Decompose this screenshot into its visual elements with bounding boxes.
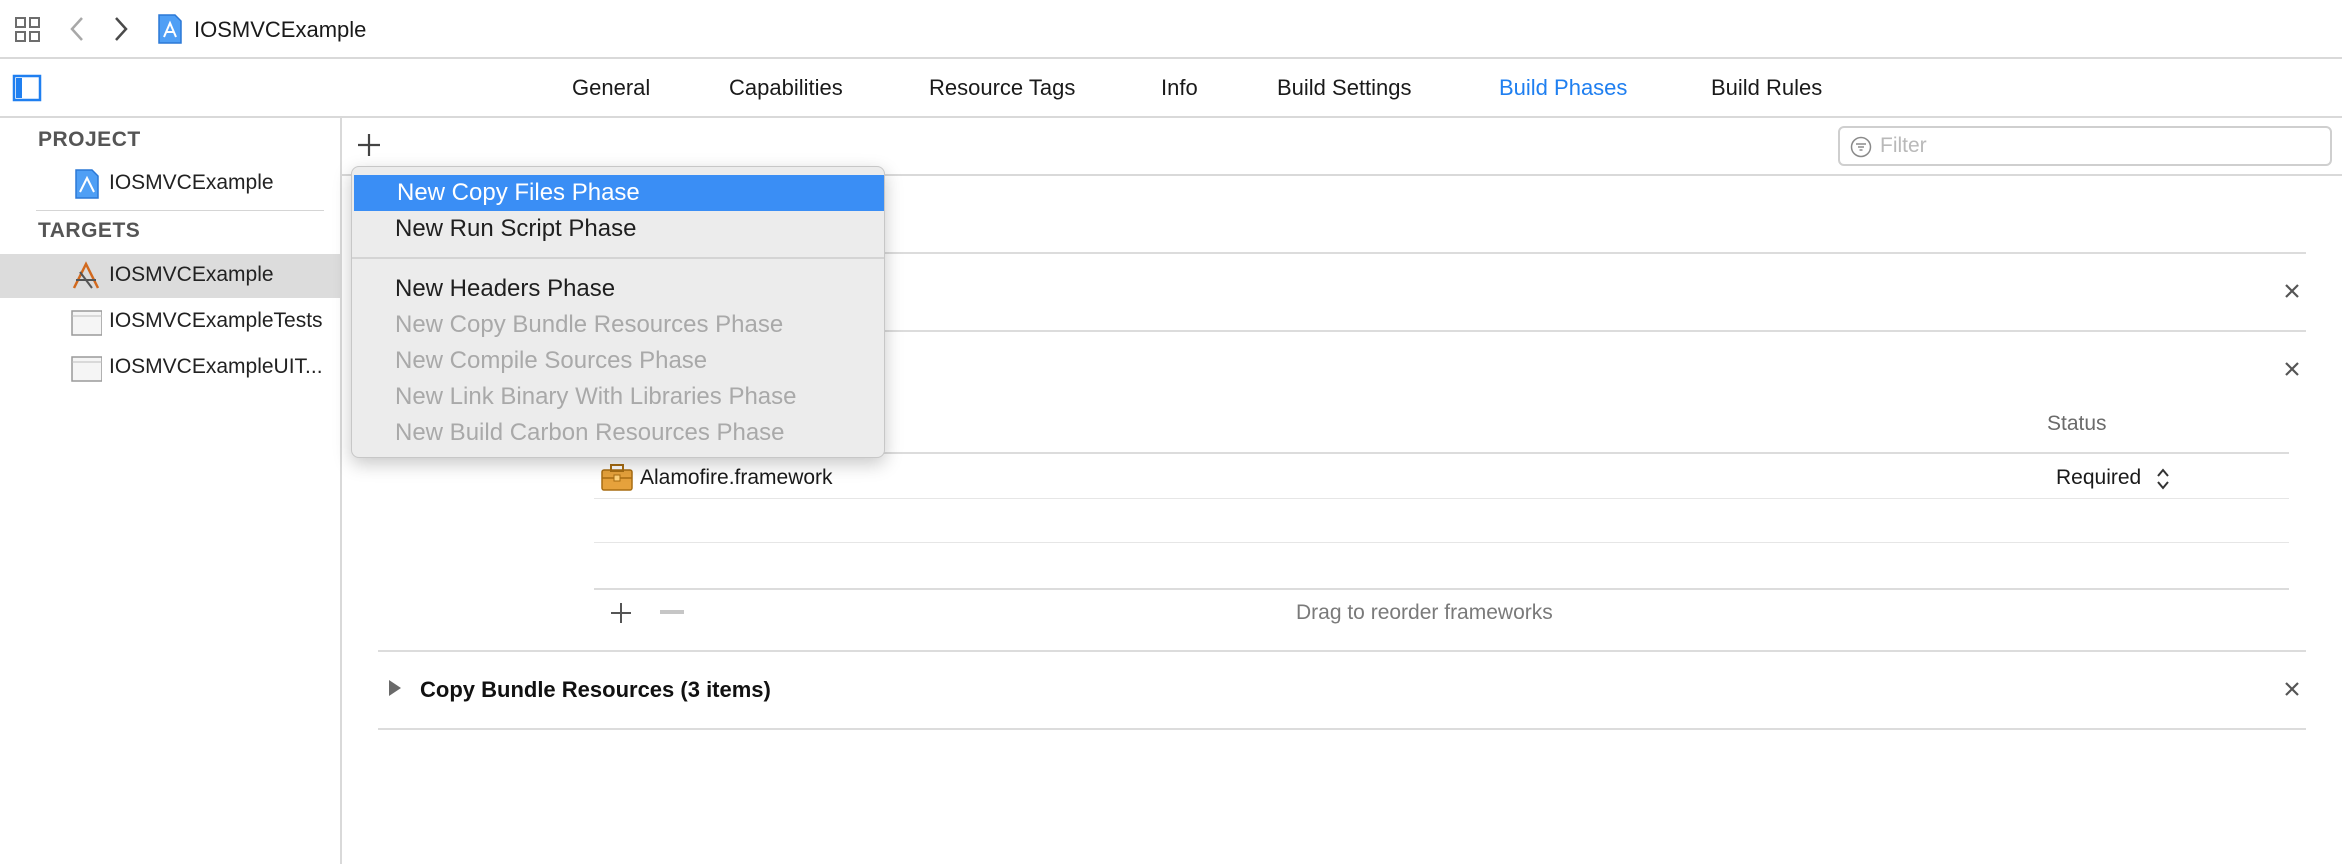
menu-separator bbox=[352, 257, 884, 259]
remove-phase-close-icon[interactable] bbox=[2281, 678, 2303, 700]
menu-item-new-copy-bundle-resources-phase: New Copy Bundle Resources Phase bbox=[395, 311, 784, 338]
library-status-popup[interactable]: Required bbox=[2056, 466, 2141, 490]
sidebar-item-project[interactable]: IOSMVCExample bbox=[0, 162, 340, 206]
drag-reorder-hint: Drag to reorder frameworks bbox=[1296, 601, 1553, 624]
framework-toolbox-icon bbox=[601, 464, 633, 491]
sidebar-item-target-tests[interactable]: IOSMVCExampleTests bbox=[0, 300, 340, 344]
disclosure-triangle-icon[interactable] bbox=[387, 678, 403, 698]
tab-build-phases[interactable]: Build Phases bbox=[1499, 75, 1627, 101]
project-section-title: PROJECT bbox=[38, 128, 141, 151]
sidebar-item-target-uitests[interactable]: IOSMVCExampleUIT... bbox=[0, 346, 340, 390]
menu-item-new-compile-sources-phase: New Compile Sources Phase bbox=[395, 347, 708, 374]
filter-icon bbox=[1850, 136, 1872, 158]
editor-tab-bar: General Capabilities Resource Tags Info … bbox=[0, 59, 2342, 118]
copy-bundle-resources-phase-title[interactable]: Copy Bundle Resources (3 items) bbox=[420, 677, 771, 703]
remove-phase-close-icon[interactable] bbox=[2281, 358, 2303, 380]
sidebar-item-label: IOSMVCExampleUIT... bbox=[109, 355, 323, 378]
targets-section-title: TARGETS bbox=[38, 219, 141, 242]
menu-item-new-copy-files-phase[interactable]: New Copy Files Phase bbox=[354, 175, 884, 211]
sidebar-item-label: IOSMVCExampleTests bbox=[109, 309, 323, 332]
table-footer-divider bbox=[594, 588, 2289, 590]
remove-library-minus-icon[interactable] bbox=[660, 610, 684, 614]
filter-field[interactable] bbox=[1838, 126, 2332, 166]
menu-item-new-link-binary-phase: New Link Binary With Libraries Phase bbox=[395, 383, 797, 410]
add-build-phase-plus-icon[interactable] bbox=[354, 130, 384, 160]
new-phase-popup-menu: New Copy Files Phase New Run Script Phas… bbox=[351, 166, 885, 458]
menu-item-new-headers-phase[interactable]: New Headers Phase bbox=[352, 271, 884, 307]
up-down-chevron-icon[interactable] bbox=[2156, 466, 2170, 492]
forward-chevron-icon[interactable] bbox=[110, 14, 132, 44]
project-target-sidebar: PROJECT IOSMVCExample TARGETS IOSMVCExam… bbox=[0, 118, 342, 864]
filter-input[interactable] bbox=[1880, 132, 2320, 160]
tab-build-rules[interactable]: Build Rules bbox=[1711, 75, 1822, 101]
related-items-grid-icon[interactable] bbox=[14, 16, 42, 44]
back-chevron-icon[interactable] bbox=[66, 14, 88, 44]
tab-capabilities[interactable]: Capabilities bbox=[729, 75, 843, 101]
xcode-project-icon bbox=[75, 169, 99, 199]
test-bundle-icon bbox=[71, 356, 102, 382]
tab-resource-tags[interactable]: Resource Tags bbox=[929, 75, 1075, 101]
table-row[interactable] bbox=[594, 455, 2289, 499]
sidebar-item-label: IOSMVCExample bbox=[109, 171, 274, 194]
app-target-icon bbox=[72, 261, 100, 289]
tab-info[interactable]: Info bbox=[1161, 75, 1198, 101]
menu-item-new-run-script-phase[interactable]: New Run Script Phase bbox=[352, 211, 884, 247]
row-divider bbox=[594, 542, 2289, 543]
sidebar-divider bbox=[36, 210, 324, 211]
library-name: Alamofire.framework bbox=[640, 466, 833, 489]
breadcrumb-project[interactable]: IOSMVCExample bbox=[194, 17, 366, 43]
tab-general[interactable]: General bbox=[572, 75, 650, 101]
tab-build-settings[interactable]: Build Settings bbox=[1277, 75, 1412, 101]
sidebar-item-label: IOSMVCExample bbox=[109, 263, 274, 286]
test-bundle-icon bbox=[71, 310, 102, 336]
phase-divider bbox=[378, 650, 2306, 652]
sidebar-item-target-app[interactable]: IOSMVCExample bbox=[0, 254, 340, 298]
remove-phase-close-icon[interactable] bbox=[2281, 280, 2303, 302]
sidebar-toggle-icon[interactable] bbox=[12, 74, 42, 102]
phase-divider bbox=[378, 728, 2306, 730]
row-divider bbox=[594, 498, 2289, 499]
menu-item-new-build-carbon-resources-phase: New Build Carbon Resources Phase bbox=[395, 419, 785, 446]
xcode-project-icon bbox=[158, 14, 182, 44]
jump-bar: IOSMVCExample bbox=[0, 0, 2342, 59]
add-library-plus-icon[interactable] bbox=[608, 600, 634, 626]
status-column-header: Status bbox=[2047, 412, 2107, 435]
